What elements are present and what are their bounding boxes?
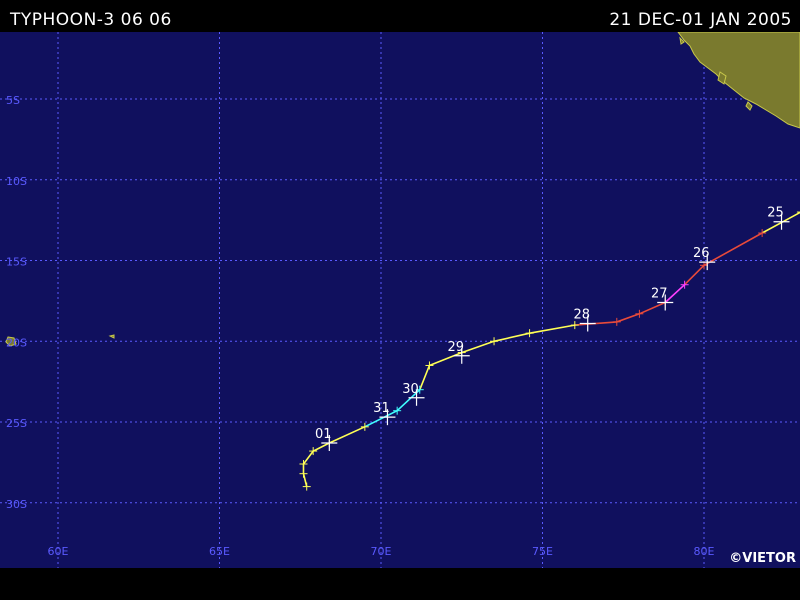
ocean-background [0,32,800,568]
day-label: 31 [373,401,390,416]
day-label: 01 [315,427,332,442]
date-range: 21 DEC-01 JAN 2005 [609,10,792,30]
storm-title: TYPHOON-3 06 06 [10,10,172,30]
day-label: 26 [693,246,710,261]
day-label: 30 [402,382,419,397]
lat-label: 25S [6,417,27,430]
day-label: 28 [573,307,590,322]
lat-label: 30S [6,498,27,511]
bottom-bar [0,568,800,600]
day-label: 29 [447,340,464,355]
lat-label: 15S [6,256,27,269]
lat-label: 5S [6,94,20,107]
day-label: 25 [767,206,784,221]
lon-label: 70E [371,545,392,558]
lon-label: 60E [48,545,69,558]
copyright-label: ©VIETOR [729,551,796,566]
map-canvas[interactable]: 2223242526272829303101 5S10S15S20S25S30S… [0,32,800,568]
day-label: 27 [651,286,668,301]
lat-label: 20S [6,336,27,349]
lon-label: 65E [209,545,230,558]
map[interactable]: 2223242526272829303101 5S10S15S20S25S30S… [0,32,800,568]
lon-label: 80E [694,545,715,558]
lat-label: 10S [6,175,27,188]
lon-label: 75E [532,545,553,558]
